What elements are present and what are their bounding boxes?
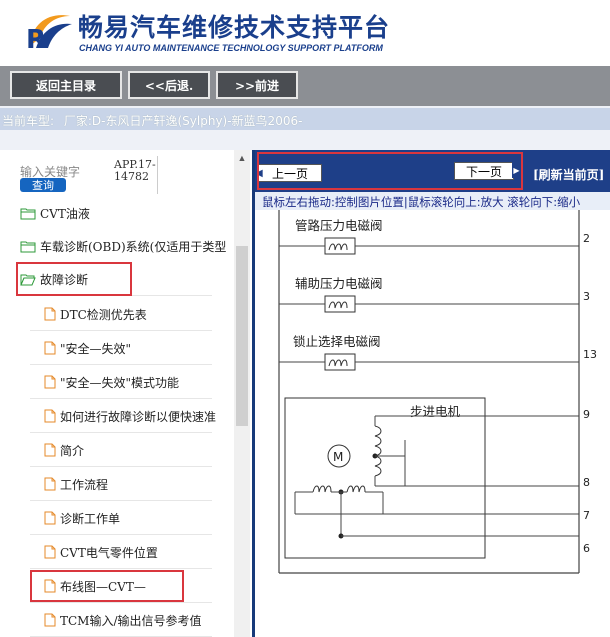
solenoid-1-label: 管路压力电磁阀 <box>295 218 383 233</box>
document-icon <box>44 341 56 355</box>
tree-separator <box>30 534 212 535</box>
motor-coil-vertical <box>374 425 382 477</box>
app-header: R 畅易汽车维修技术支持平台 CHANG YI AUTO MAINTENANCE… <box>0 0 610 66</box>
tree-separator <box>30 568 212 569</box>
vehicle-value: 厂家:D-东风日产轩逸(Sylphy)-新蓝鸟2006- <box>63 114 303 128</box>
highlight-page-buttons <box>257 152 523 190</box>
solenoid-3-coil-icon <box>324 353 356 371</box>
forward-button[interactable]: >>前进 <box>216 71 298 99</box>
tree-item-fail-safe[interactable]: "安全—失效" <box>44 337 232 359</box>
document-icon <box>44 409 56 423</box>
tree-item-label: CVT电气零件位置 <box>60 545 158 560</box>
tree-item-cvt-fluid[interactable]: CVT油液 <box>20 202 232 224</box>
tree-separator <box>30 364 212 365</box>
tree-item-diag-worksheet[interactable]: 诊断工作单 <box>44 507 232 529</box>
solenoid-2-coil-icon <box>324 295 356 313</box>
document-icon <box>44 613 56 627</box>
vehicle-label: 当前车型: <box>2 114 55 128</box>
pin-1-label: 2 <box>583 232 590 245</box>
tree-separator <box>30 398 212 399</box>
tree-item-label: 工作流程 <box>60 477 109 492</box>
tree-separator <box>30 432 212 433</box>
highlight-wiring-diagram <box>30 570 184 602</box>
search-button[interactable]: 查询 <box>20 178 66 192</box>
solenoid-3-label: 锁止选择电磁阀 <box>293 334 381 349</box>
back-button[interactable]: <<后退. <box>128 71 210 99</box>
refresh-button[interactable]: [刷新当前页] <box>533 166 604 183</box>
app-version: APP.17-14782 <box>114 158 156 183</box>
tree-separator <box>30 466 212 467</box>
motor-coil-left <box>312 485 332 493</box>
tree-item-label: 简介 <box>60 443 85 458</box>
folder-icon <box>20 241 36 252</box>
brand-subtitle: CHANG YI AUTO MAINTENANCE TECHNOLOGY SUP… <box>79 43 383 53</box>
document-icon <box>44 511 56 525</box>
scroll-up-icon[interactable]: ▲ <box>234 150 250 166</box>
folder-icon <box>20 208 36 219</box>
tree-item-label: 诊断工作单 <box>60 511 121 526</box>
tree-item-obd[interactable]: 车载诊断(OBD)系统(仅适用于类型 <box>20 235 232 257</box>
tree-item-workflow[interactable]: 工作流程 <box>44 473 232 495</box>
home-button[interactable]: 返回主目录 <box>10 71 122 99</box>
search-divider <box>157 156 158 194</box>
tree-separator <box>30 602 212 603</box>
tree-item-label: 如何进行故障诊断以便快速准 <box>60 409 217 424</box>
motor-symbol: M <box>333 450 343 464</box>
tree-item-cvt-parts-location[interactable]: CVT电气零件位置 <box>44 541 232 563</box>
logo-icon: R <box>26 15 72 52</box>
tree-item-dtc-priority[interactable]: DTC检测优先表 <box>44 303 232 325</box>
svg-text:R: R <box>26 25 46 52</box>
tree-item-intro[interactable]: 简介 <box>44 439 232 461</box>
document-icon <box>44 443 56 457</box>
pin-6-label: 6 <box>583 542 590 555</box>
tree-item-label: TCM输入/输出信号参考值 <box>60 613 202 628</box>
pin-7-label: 7 <box>583 509 590 522</box>
document-icon <box>44 545 56 559</box>
nav-bar: 返回主目录 <<后退. >>前进 <box>0 66 610 106</box>
tree-separator <box>30 330 212 331</box>
highlight-fault-diagnosis <box>16 262 132 296</box>
tree-item-label: 车载诊断(OBD)系统(仅适用于类型 <box>40 239 227 254</box>
pin-2-label: 3 <box>583 290 590 303</box>
pin-3-label: 13 <box>583 348 597 361</box>
tree-item-label: "安全—失效" <box>60 341 132 356</box>
document-icon <box>44 307 56 321</box>
wiring-diagram[interactable]: 管路压力电磁阀 2 辅助压力电磁阀 3 锁止选择电磁阀 13 步进电机 M 9 … <box>255 210 610 637</box>
tree-item-label: CVT油液 <box>40 206 90 221</box>
stepping-motor-box <box>284 397 486 559</box>
tree-item-label: "安全—失效"模式功能 <box>60 375 180 390</box>
document-icon <box>44 477 56 491</box>
brand-title: 畅易汽车维修技术支持平台 <box>78 13 391 42</box>
pin-9-label: 9 <box>583 408 590 421</box>
tree-separator <box>30 500 212 501</box>
document-icon <box>44 375 56 389</box>
solenoid-1-coil-icon <box>324 237 356 255</box>
scroll-thumb[interactable] <box>236 246 248 426</box>
stepping-motor-label: 步进电机 <box>410 404 461 419</box>
current-vehicle: 当前车型: 厂家:D-东风日产轩逸(Sylphy)-新蓝鸟2006- <box>2 112 302 129</box>
tree-item-how-to-diagnose[interactable]: 如何进行故障诊断以便快速准 <box>44 405 232 427</box>
tree-item-fail-safe-mode[interactable]: "安全—失效"模式功能 <box>44 371 232 393</box>
tree-item-tcm-io-reference[interactable]: TCM输入/输出信号参考值 <box>44 609 232 631</box>
pin-8-label: 8 <box>583 476 590 489</box>
motor-coil-right <box>346 485 366 493</box>
solenoid-2-label: 辅助压力电磁阀 <box>295 276 383 291</box>
hint-text: 鼠标左右拖动:控制图片位置|鼠标滚轮向上:放大 滚轮向下:缩小 <box>262 195 581 209</box>
tree-item-label: DTC检测优先表 <box>60 307 147 322</box>
